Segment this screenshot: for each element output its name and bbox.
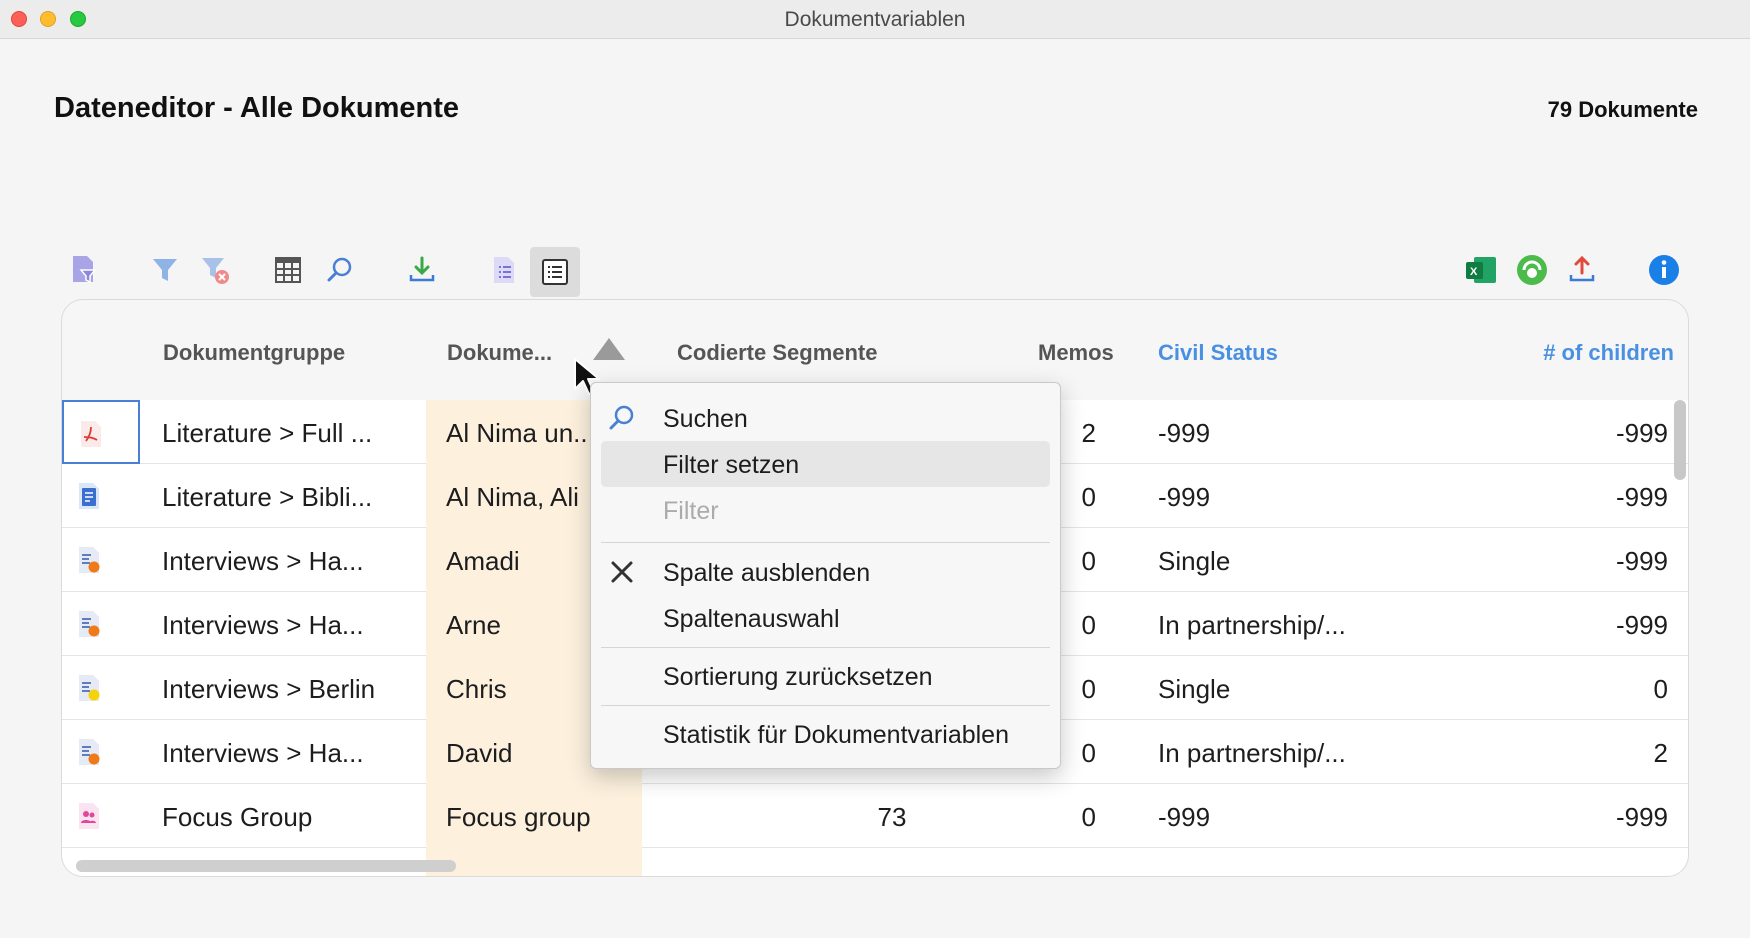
table-row[interactable]: Focus Group Focus group 73 0 -999 -999 <box>62 784 1688 848</box>
column-header-civil-status[interactable]: Civil Status <box>1158 340 1278 366</box>
cell-document-group: Literature > Bibli... <box>162 482 373 512</box>
filter-icon[interactable] <box>147 252 183 288</box>
column-header-document-name[interactable]: Dokume... <box>447 340 552 366</box>
row-icon-cell[interactable] <box>62 592 140 656</box>
excel-export-icon[interactable]: X <box>1463 252 1499 288</box>
columns-icon[interactable] <box>270 252 306 288</box>
document-count: 79 Dokumente <box>1547 97 1698 122</box>
list-view-icon[interactable] <box>486 252 522 288</box>
row-icon-cell[interactable] <box>62 656 140 720</box>
import-icon[interactable] <box>404 252 440 288</box>
cell-document-name: Chris <box>446 674 507 704</box>
menu-separator <box>601 705 1050 706</box>
column-header-children[interactable]: # of children <box>1543 340 1674 366</box>
cell-children[interactable]: -999 <box>1616 802 1668 833</box>
cell-document-group: Focus Group <box>162 802 313 832</box>
cell-civil-status[interactable]: In partnership/... <box>1158 610 1346 641</box>
cell-document-name: Al Nima, Ali <box>446 482 579 512</box>
cell-memos: 0 <box>1081 482 1096 512</box>
search-icon[interactable] <box>322 252 358 288</box>
document-filter-icon[interactable] <box>66 252 102 288</box>
clear-filter-icon[interactable] <box>198 252 234 288</box>
page-title: Dateneditor - Alle Dokumente <box>54 92 459 124</box>
cell-document-group: Interviews > Ha... <box>162 738 364 768</box>
cell-children[interactable]: 0 <box>1654 674 1668 705</box>
cell-document-group: Interviews > Ha... <box>162 610 364 640</box>
menu-item-reset-sorting[interactable]: Sortierung zurücksetzen <box>601 653 1050 699</box>
title-bar: Dokumentvariablen <box>0 0 1750 39</box>
cell-memos: 0 <box>1081 674 1096 704</box>
menu-item-column-selection[interactable]: Spaltenauswahl <box>601 595 1050 641</box>
menu-item-set-filter[interactable]: Filter setzen <box>601 441 1050 487</box>
row-icon-cell[interactable] <box>62 400 140 464</box>
cell-children[interactable]: -999 <box>1616 610 1668 641</box>
menu-item-search[interactable]: Suchen <box>601 395 1050 441</box>
search-icon <box>609 405 634 430</box>
column-context-menu: Suchen Filter setzen Filter Spalte ausbl… <box>590 382 1061 769</box>
interview-orange-icon <box>79 739 100 765</box>
menu-item-label: Filter setzen <box>663 451 800 479</box>
text-document-icon <box>79 483 99 509</box>
cell-document-name: Amadi <box>446 546 520 576</box>
row-icon-cell[interactable] <box>62 464 140 528</box>
cell-memos: 0 <box>1081 738 1096 768</box>
menu-item-label: Filter <box>663 497 719 525</box>
window-title: Dokumentvariablen <box>784 8 966 31</box>
menu-item-label: Spaltenauswahl <box>663 605 840 633</box>
cell-memos: 0 <box>1081 546 1096 576</box>
row-icon-cell[interactable] <box>62 720 140 784</box>
interview-orange-icon <box>79 547 100 573</box>
cell-document-group: Literature > Full ... <box>162 418 373 448</box>
column-header-document-group[interactable]: Dokumentgruppe <box>163 340 345 366</box>
cell-children[interactable]: 2 <box>1654 738 1668 769</box>
menu-item-hide-column[interactable]: Spalte ausblenden <box>601 549 1050 595</box>
cell-children[interactable]: -999 <box>1616 482 1668 513</box>
cell-memos: 0 <box>1081 802 1096 832</box>
focus-group-icon <box>79 803 99 829</box>
cell-civil-status[interactable]: -999 <box>1158 418 1210 449</box>
detail-view-icon[interactable] <box>530 247 580 297</box>
cell-document-group: Interviews > Berlin <box>162 674 376 704</box>
menu-item-label: Spalte ausblenden <box>663 559 871 587</box>
sorted-column-highlight <box>426 848 642 876</box>
cell-civil-status[interactable]: -999 <box>1158 802 1210 833</box>
cell-document-name: David <box>446 738 513 768</box>
cell-children[interactable]: -999 <box>1616 418 1668 449</box>
export-icon[interactable] <box>1564 252 1600 288</box>
close-icon <box>611 561 633 583</box>
vertical-scrollbar[interactable] <box>1674 400 1686 480</box>
menu-separator <box>601 647 1050 648</box>
cell-children[interactable]: -999 <box>1616 546 1668 577</box>
info-icon[interactable] <box>1646 252 1682 288</box>
cell-coded-segments: 73 <box>877 802 907 832</box>
interview-orange-icon <box>79 611 100 637</box>
svg-text:X: X <box>1470 266 1478 278</box>
interview-yellow-icon <box>79 675 100 701</box>
cell-civil-status[interactable]: Single <box>1158 546 1230 577</box>
cell-document-name: Arne <box>446 610 501 640</box>
horizontal-scrollbar[interactable] <box>76 860 456 872</box>
menu-separator <box>601 542 1050 543</box>
cell-civil-status[interactable]: In partnership/... <box>1158 738 1346 769</box>
cell-document-group: Interviews > Ha... <box>162 546 364 576</box>
row-icon-cell[interactable] <box>62 528 140 592</box>
menu-item-label: Suchen <box>663 405 748 433</box>
menu-item-label: Statistik für Dokumentvariablen <box>663 721 1009 749</box>
cell-memos: 2 <box>1081 418 1096 448</box>
cell-memos: 0 <box>1081 610 1096 640</box>
cell-document-name: Al Nima un... <box>446 418 595 448</box>
menu-item-filter: Filter <box>601 487 1050 533</box>
cell-document-name: Focus group <box>446 802 591 832</box>
spss-export-icon[interactable] <box>1514 252 1550 288</box>
cell-civil-status[interactable]: -999 <box>1158 482 1210 513</box>
column-header-coded-segments[interactable]: Codierte Segmente <box>677 340 878 366</box>
column-header-memos[interactable]: Memos <box>1038 340 1114 366</box>
pdf-icon <box>81 421 101 447</box>
cell-civil-status[interactable]: Single <box>1158 674 1230 705</box>
menu-item-label: Sortierung zurücksetzen <box>663 663 933 691</box>
row-icon-cell[interactable] <box>62 784 140 848</box>
menu-item-statistics[interactable]: Statistik für Dokumentvariablen <box>601 711 1050 757</box>
